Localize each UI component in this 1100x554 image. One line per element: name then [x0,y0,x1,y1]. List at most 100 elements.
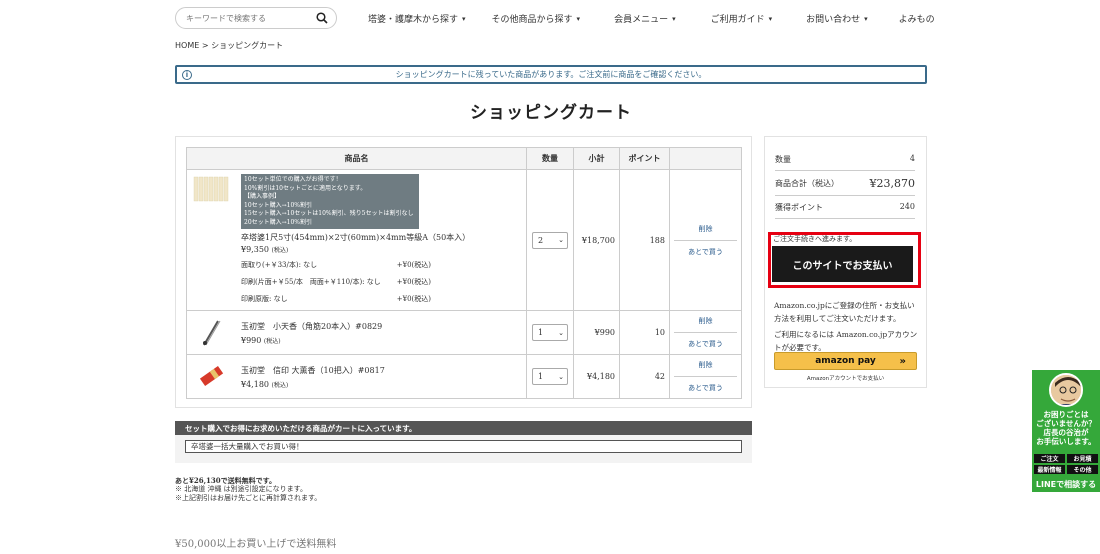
line-consult-widget[interactable]: お困りごとは ございませんか？ 店長の谷治が お手伝いします。 ご注文 お見積 … [1032,370,1100,492]
column-header-actions [669,147,742,170]
amazon-info-line: Amazon.co.jpにご登録の住所・お支払い方法を利用してご注文いただけます… [774,301,915,323]
product-thumbnail[interactable] [191,317,231,348]
product-cell: 玉初堂 小天香（角筋20本入）#0829 ¥990 (税込) [186,310,527,355]
product-price: ¥4,180 [241,379,269,389]
amazon-pay-label: amazon pay [815,356,876,366]
qty-select[interactable]: 1 ⌄ [532,324,568,341]
nav-stupa[interactable]: 塔婆・護摩木から探す ▾ [368,12,466,26]
product-name[interactable]: 卒塔婆1尺5寸(454mm)×2寸(60mm)×4mm等級A（50本入） [241,232,522,243]
summary-qty-value: 4 [909,154,915,163]
tax-note: (税込) [271,247,289,254]
nav-guide[interactable]: ご利用ガイド ▾ [710,12,773,26]
cart-table: 商品名 数量 小計 ポイント 10セット単位での購入がお得です！ 10%割引は1… [186,147,742,399]
subtotal-cell: ¥990 [573,310,620,355]
column-header-qty: 数量 [526,147,574,170]
summary-qty-row: 数量 4 [775,154,915,171]
amazon-pay-button[interactable]: amazon pay » [774,352,917,370]
amazon-info-line: ご利用になるには Amazon.co.jpアカウントが必要です。 [774,330,918,352]
nav-member[interactable]: 会員メニュー ▾ [614,12,676,26]
option-label: 面取り(+￥33/本): なし [241,261,318,269]
points-cell: 10 [619,310,670,355]
table-row: 玉初堂 小天香（角筋20本入）#0829 ¥990 (税込) 1 ⌄ ¥990 1… [186,310,742,355]
summary-total-row: 商品合計（税込） ¥23,870 [775,177,915,196]
widget-tag-other[interactable]: その他 [1067,465,1098,474]
nav-label: ご利用ガイド [710,15,765,25]
notice-text: ショッピングカートに残っていた商品があります。ご注文前に商品をご確認ください。 [395,70,707,79]
widget-message-line: ございませんか？ [1036,419,1096,428]
delete-link[interactable]: 削除 [670,224,741,234]
qty-select[interactable]: 1 ⌄ [532,368,568,385]
widget-message: お困りごとは ございませんか？ 店長の谷治が お手伝いします。 [1032,410,1100,446]
product-name[interactable]: 玉初堂 小天香（角筋20本入）#0829 [241,321,382,332]
product-thumbnail[interactable] [191,174,231,204]
table-row: 玉初堂 信印 大薫香（10把入）#0817 ¥4,180 (税込) 1 ⌄ ¥4,… [186,354,742,399]
promo-line: 【購入事例】 [244,193,281,200]
widget-tag-quote[interactable]: お見積 [1067,454,1098,463]
search-input[interactable] [186,13,306,23]
widget-message-line: お困りごとは [1043,410,1089,419]
line-consult-button[interactable]: LINEで相談する [1034,479,1098,490]
save-for-later-link[interactable]: あとで買う [670,339,741,349]
amazon-pay-caption: Amazonアカウントでお支払い [806,376,885,382]
nav-other[interactable]: その他商品から探す ▾ [492,12,581,26]
tax-note: (税込) [271,381,289,389]
actions-cell: 削除 あとで買う [669,310,742,355]
chevron-down-icon: ▾ [768,14,773,23]
double-chevron-right-icon: » [899,355,906,367]
save-for-later-link[interactable]: あとで買う [670,383,741,393]
qty-value: 2 [538,235,544,245]
nav-label: お問い合わせ [806,15,861,25]
nav-reading[interactable]: よみもの [899,12,935,25]
subtotal-cell: ¥4,180 [573,354,620,399]
summary-points-value: 240 [899,202,915,211]
search-box[interactable] [175,7,337,29]
summary-points-row: 獲得ポイント 240 [775,202,915,219]
option-label: 印刷(片面+￥55/本 両面+￥110/本): なし [241,278,381,286]
amazon-pay-info: Amazon.co.jpにご登録の住所・お支払い方法を利用してご注文いただけます… [774,299,922,354]
shipping-note: ※上記割引はお届け先ごとに再計算されます。 [175,494,322,502]
widget-tag-news[interactable]: 最新情報 [1034,465,1065,474]
global-nav: 塔婆・護摩木から探す ▾ その他商品から探す ▾ 会員メニュー ▾ ご利用ガイド ▾ お… [368,12,935,26]
summary-total-label: 商品合計（税込） [775,179,839,188]
leftover-notice: i ショッピングカートに残っていた商品があります。ご注文前に商品をご確認ください… [175,65,927,84]
nav-label: 塔婆・護摩木から探す [368,15,459,25]
page-title: ショッピングカート [470,103,632,123]
shipping-remaining: あと¥26,130で送料無料です。 [175,476,276,485]
option-row: 面取り(+￥33/本): なし +¥0(税込) [241,260,431,270]
free-shipping-banner: ¥50,000以上お買い上げで送料無料 [175,539,337,550]
qty-cell: 1 ⌄ [526,354,574,399]
promo-line: 10%割引は10セットごとに適用となります。 [244,184,367,192]
breadcrumb: HOME > ショッピングカート [175,40,283,51]
promo-line: 10セット単位での購入がお得です！ [244,176,342,183]
breadcrumb-home[interactable]: HOME [175,41,199,50]
avatar [1049,373,1083,407]
product-cell: 玉初堂 信印 大薫香（10把入）#0817 ¥4,180 (税込) [186,354,527,399]
chevron-down-icon: ▾ [864,14,868,23]
set-purchase-link[interactable]: 卒塔婆一括大量購入でお買い得！ [185,440,742,453]
product-thumbnail[interactable] [191,361,231,392]
chevron-down-icon: ▾ [672,14,676,23]
tax-note: (税込) [263,337,281,345]
option-value: +¥0(税込) [396,295,431,303]
qty-value: 1 [538,328,544,337]
summary-total-value: ¥23,870 [869,177,916,190]
qty-select[interactable]: 2 ⌄ [532,231,568,249]
chevron-down-icon: ▾ [576,14,581,23]
pay-on-site-button[interactable]: このサイトでお支払い [772,246,913,282]
option-row: 印刷(片面+￥55/本 両面+￥110/本): なし +¥0(税込) [241,277,431,287]
search-icon[interactable] [316,12,328,24]
nav-contact[interactable]: お問い合わせ ▾ [806,12,868,26]
qty-value: 1 [538,372,544,381]
delete-link[interactable]: 削除 [670,360,741,370]
product-name[interactable]: 玉初堂 信印 大薫香（10把入）#0817 [241,365,385,376]
widget-tag-order[interactable]: ご注文 [1034,454,1065,463]
delete-link[interactable]: 削除 [670,316,741,326]
qty-cell: 2 ⌄ [526,169,574,311]
save-for-later-link[interactable]: あとで買う [670,247,741,257]
actions-cell: 削除 あとで買う [669,169,742,311]
points-cell: 42 [619,354,670,399]
actions-cell: 削除 あとで買う [669,354,742,399]
qty-cell: 1 ⌄ [526,310,574,355]
info-icon: i [182,70,192,80]
subtotal-cell: ¥18,700 [573,169,620,311]
